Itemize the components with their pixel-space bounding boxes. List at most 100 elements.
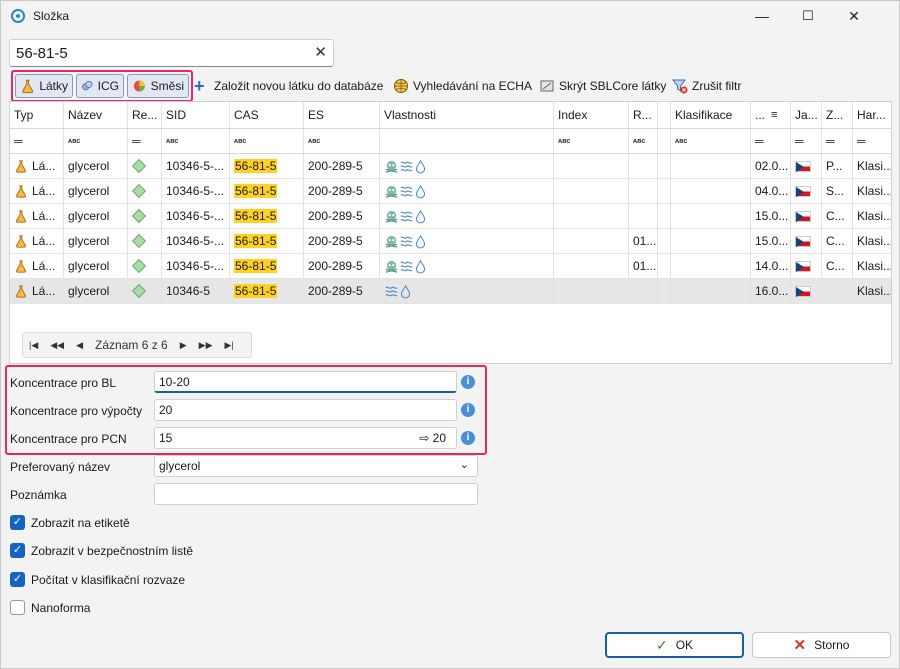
calc-concentration-input[interactable]: 20 [154,399,457,421]
table-row[interactable]: Lá... glycerol 10346-5-... 56-81-5 200-289-5… [10,204,891,229]
cancel-filter-button[interactable]: Zrušit filtr [672,74,741,98]
previous-record-button[interactable]: ◀ [76,340,83,351]
table-cell[interactable]: 56-81-5 [230,229,304,253]
table-cell[interactable] [554,254,629,278]
preferred-name-select[interactable]: glycerol ⌄ [154,455,478,477]
table-cell[interactable]: S... [822,179,853,203]
table-cell[interactable]: 200-289-5 [304,254,380,278]
table-cell[interactable] [658,279,671,303]
table-cell[interactable]: glycerol [64,254,128,278]
table-cell[interactable]: 14.0... [751,254,791,278]
column-header-sorted[interactable]: ... ≡ [751,102,791,128]
maximize-button[interactable]: ☐ [785,1,831,31]
table-cell[interactable] [629,179,658,203]
table-cell[interactable]: 10346-5-... [162,229,230,253]
table-cell[interactable]: C... [822,229,853,253]
table-cell[interactable]: glycerol [64,229,128,253]
table-cell[interactable] [554,204,629,228]
table-cell[interactable]: C... [822,254,853,278]
table-cell[interactable] [658,254,671,278]
next-record-button[interactable]: ▶ [180,340,187,351]
table-cell[interactable]: Klasi... [853,254,891,278]
table-cell[interactable]: 200-289-5 [304,179,380,203]
column-header[interactable]: Index [554,102,629,128]
table-cell[interactable]: Lá... [10,179,64,203]
table-cell[interactable] [380,254,554,278]
table-cell[interactable] [791,279,822,303]
table-cell[interactable]: Klasi... [853,179,891,203]
table-cell[interactable]: glycerol [64,204,128,228]
cancel-button[interactable]: ✕ Storno [752,632,891,658]
minimize-button[interactable]: — [739,1,785,31]
table-cell[interactable] [380,204,554,228]
table-cell[interactable]: 56-81-5 [230,154,304,178]
filter-text-icon[interactable]: ᴀʙᴄ [234,138,246,145]
table-cell[interactable] [791,179,822,203]
table-cell[interactable] [380,279,554,303]
column-header[interactable]: Typ [10,102,64,128]
column-header[interactable]: Re... [128,102,162,128]
table-cell[interactable] [822,279,853,303]
table-cell[interactable]: glycerol [64,279,128,303]
count-in-classification-checkbox[interactable]: ✓ [10,572,25,587]
table-row[interactable]: Lá... glycerol 10346-5-... 56-81-5 200-289-5… [10,254,891,279]
close-button[interactable]: ✕ [831,1,877,31]
table-cell[interactable] [629,279,658,303]
table-cell[interactable] [554,229,629,253]
filter-equals-icon[interactable]: ═ [14,134,23,148]
next-page-button[interactable]: ▶▶ [199,340,213,351]
table-cell[interactable] [128,204,162,228]
table-cell[interactable] [380,154,554,178]
hide-sblcore-button[interactable]: Skrýt SBLCore látky [539,74,666,98]
table-cell[interactable] [128,179,162,203]
table-cell[interactable] [791,154,822,178]
table-cell[interactable]: glycerol [64,154,128,178]
table-cell[interactable]: 56-81-5 [230,254,304,278]
toggle-smesi[interactable]: Směsi [127,74,189,98]
info-icon[interactable]: i [461,375,475,389]
table-cell[interactable] [791,204,822,228]
column-header[interactable]: Název [64,102,128,128]
filter-equals-icon[interactable]: ═ [826,134,835,148]
column-header[interactable] [658,102,671,128]
filter-text-icon[interactable]: ᴀʙᴄ [558,138,570,145]
table-cell[interactable]: P... [822,154,853,178]
table-cell[interactable]: 10346-5 [162,279,230,303]
table-cell[interactable]: 200-289-5 [304,279,380,303]
table-cell[interactable]: glycerol [64,179,128,203]
column-header[interactable]: Vlastnosti [380,102,554,128]
info-icon[interactable]: i [461,403,475,417]
table-cell[interactable]: 200-289-5 [304,229,380,253]
table-cell[interactable]: 56-81-5 [230,279,304,303]
table-cell[interactable]: 200-289-5 [304,204,380,228]
table-cell[interactable]: Klasi... [853,204,891,228]
table-cell[interactable] [128,254,162,278]
table-cell[interactable] [128,154,162,178]
filter-text-icon[interactable]: ᴀʙᴄ [675,138,687,145]
table-row[interactable]: Lá... glycerol 10346-5-... 56-81-5 200-289-5… [10,229,891,254]
table-cell[interactable] [671,179,751,203]
filter-equals-icon[interactable]: ═ [755,134,764,148]
table-cell[interactable]: C... [822,204,853,228]
bl-concentration-input[interactable]: 10-20 [154,371,457,393]
nanoform-checkbox[interactable] [10,600,25,615]
table-cell[interactable]: Klasi... [853,154,891,178]
toggle-latky[interactable]: Látky [15,74,73,98]
column-header[interactable]: Klasifikace [671,102,751,128]
table-cell[interactable]: 200-289-5 [304,154,380,178]
table-cell[interactable] [671,204,751,228]
table-row[interactable]: Lá... glycerol 10346-5 56-81-5 200-289-5 16.0… [10,279,891,304]
table-cell[interactable] [380,179,554,203]
table-cell[interactable] [791,229,822,253]
table-cell[interactable]: 10346-5-... [162,204,230,228]
column-header[interactable]: ES [304,102,380,128]
table-cell[interactable]: 56-81-5 [230,204,304,228]
table-cell[interactable]: Klasi... [853,279,891,303]
column-header[interactable]: Har... [853,102,891,128]
column-header[interactable]: Z... [822,102,853,128]
table-cell[interactable]: 10346-5-... [162,254,230,278]
table-cell[interactable]: Lá... [10,204,64,228]
table-cell[interactable]: Lá... [10,279,64,303]
filter-text-icon[interactable]: ᴀʙᴄ [68,138,80,145]
table-cell[interactable]: 01... [629,229,658,253]
